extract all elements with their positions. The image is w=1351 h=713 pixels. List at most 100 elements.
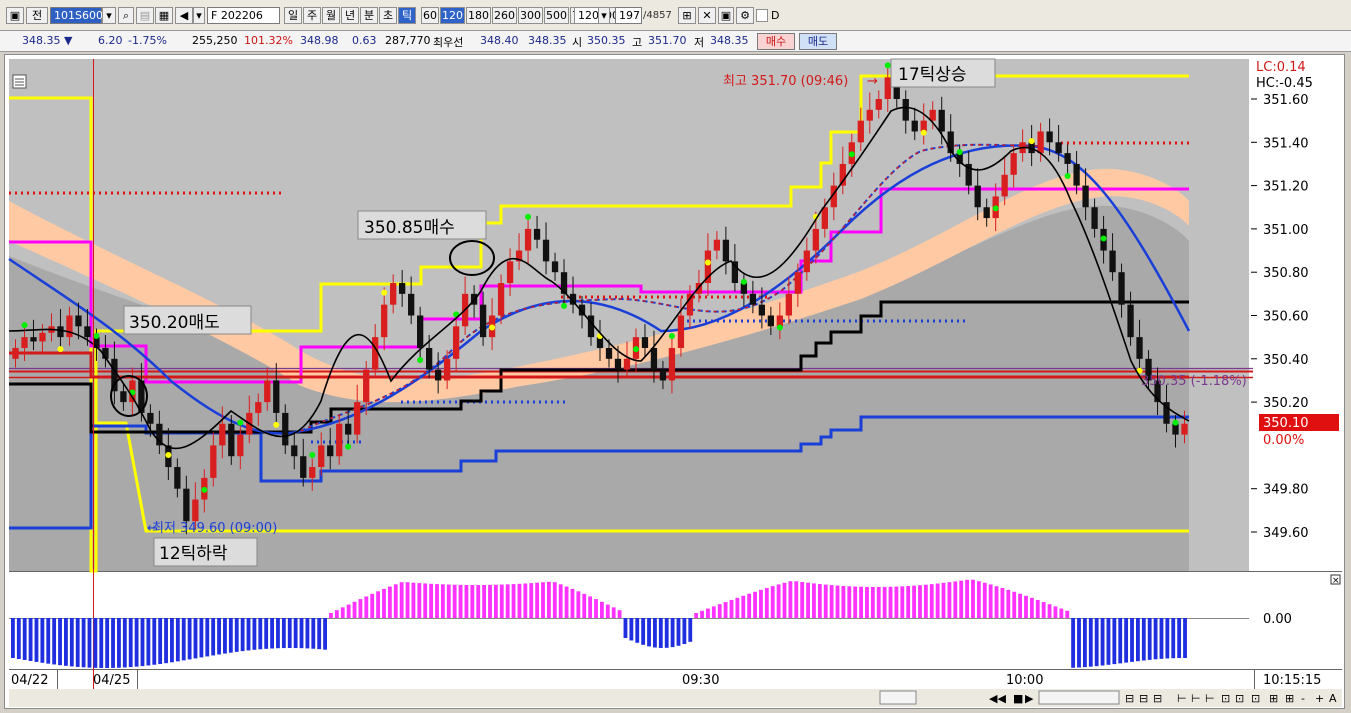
osc-bar xyxy=(99,618,104,668)
period-button-4[interactable]: 분 xyxy=(360,7,378,24)
osc-bar xyxy=(134,618,139,667)
osc-bar xyxy=(511,584,516,618)
chart-panel[interactable]: 350.85매수 350.20매도 17틱상승 12틱하락 최고 351.70 … xyxy=(4,54,1345,709)
period-button-6[interactable]: 틱 xyxy=(398,7,416,24)
osc-bar xyxy=(541,582,545,618)
tools-icon[interactable]: ✕ xyxy=(698,7,716,24)
candle-body xyxy=(57,326,64,338)
candle-body xyxy=(1181,423,1188,435)
nearest-bid: 348.35 xyxy=(528,34,567,47)
svg-text:×: × xyxy=(1332,576,1340,586)
osc-bar xyxy=(770,586,775,618)
osc-bar xyxy=(605,604,610,618)
period-button-1[interactable]: 주 xyxy=(303,7,321,24)
price-chart[interactable]: 350.85매수 350.20매도 17틱상승 12틱하락 최고 351.70 … xyxy=(5,55,1344,708)
osc-bar xyxy=(658,618,663,648)
signal-dot xyxy=(920,129,927,136)
tick-button-300[interactable]: 300 xyxy=(518,7,543,24)
tick-dropdown-icon[interactable]: ▾ xyxy=(598,7,610,24)
count-input[interactable]: 197 xyxy=(615,7,642,24)
osc-bar xyxy=(252,618,257,650)
price-change-pct: -1.75% xyxy=(128,34,167,47)
tick-button-60[interactable]: 60 xyxy=(421,7,439,24)
code-input[interactable]: 101S6000 xyxy=(50,7,110,24)
candle-body xyxy=(192,499,199,522)
osc-bar xyxy=(334,610,339,618)
candle-body xyxy=(255,402,262,413)
signal-dot xyxy=(309,452,316,459)
osc-bar xyxy=(493,584,498,618)
contract-input[interactable]: F 202206 xyxy=(207,7,280,24)
tick-button-500[interactable]: 500 xyxy=(544,7,569,24)
candle-body xyxy=(1136,337,1143,359)
osc-bar xyxy=(629,618,634,641)
svg-text:▶: ▶ xyxy=(1025,692,1034,705)
period-button-0[interactable]: 일 xyxy=(284,7,302,24)
buy-button[interactable]: 매수 xyxy=(757,33,795,50)
osc-bar xyxy=(794,581,799,618)
osc-bar xyxy=(800,582,805,618)
osc-bar xyxy=(953,581,958,618)
candle-body xyxy=(668,347,676,381)
high-price: 351.70 xyxy=(648,34,687,47)
osc-bar xyxy=(158,618,163,664)
osc-bar xyxy=(211,618,216,656)
candle-body xyxy=(794,272,801,294)
osc-bar xyxy=(1177,618,1182,659)
quote-v3: 287,770 xyxy=(385,34,431,47)
candle-body xyxy=(1127,304,1134,338)
sell-button[interactable]: 매도 xyxy=(799,33,837,50)
osc-bar xyxy=(323,618,327,650)
calc-icon[interactable]: ▦ xyxy=(155,7,173,24)
period-button-3[interactable]: 년 xyxy=(341,7,359,24)
volume-dropdown-icon[interactable]: ▾ xyxy=(193,7,205,24)
scroll-thumb[interactable] xyxy=(879,690,917,705)
save-icon[interactable]: ▣ xyxy=(718,7,734,24)
tick-button-120[interactable]: 120 xyxy=(440,7,465,24)
period-button-5[interactable]: 초 xyxy=(379,7,397,24)
candle-body xyxy=(1055,142,1062,154)
candle-body xyxy=(1064,153,1071,164)
candle-body xyxy=(84,326,91,338)
tick-button-180[interactable]: 180 xyxy=(466,7,491,24)
period-button-2[interactable]: 월 xyxy=(322,7,340,24)
osc-bar xyxy=(317,618,322,650)
osc-bar xyxy=(429,583,434,618)
candle-body xyxy=(713,239,721,251)
candle-body xyxy=(506,261,514,284)
osc-bar xyxy=(435,584,439,618)
low-note: 최저 349.60 (09:00) xyxy=(152,521,277,536)
candle-body xyxy=(812,228,819,251)
osc-bar xyxy=(440,584,445,618)
candle-body xyxy=(300,456,307,478)
osc-bar xyxy=(276,618,280,649)
jeon-button[interactable]: 전 xyxy=(26,7,48,24)
window-menu-icon[interactable]: ▣ xyxy=(6,7,24,24)
osc-bar xyxy=(170,618,174,663)
current-price: 348.35 ▼ xyxy=(22,34,73,47)
hc-label: HC:-0.45 xyxy=(1256,76,1313,91)
signal-dot xyxy=(992,205,999,212)
osc-bar xyxy=(941,582,946,618)
time-label-2: 04/25 xyxy=(93,673,130,688)
volume-icon[interactable]: ◀ xyxy=(175,7,193,24)
candle-body xyxy=(291,445,298,457)
search-icon[interactable]: ⌕ xyxy=(118,7,134,24)
grid-icon[interactable]: ⊞ xyxy=(678,7,696,24)
search-code-icon[interactable]: ▤ xyxy=(136,7,154,24)
osc-bar xyxy=(11,618,15,658)
osc-bar xyxy=(582,593,587,618)
osc-bar xyxy=(517,583,522,618)
osc-bar xyxy=(1112,618,1117,665)
d-checkbox[interactable] xyxy=(756,9,768,22)
gear-icon[interactable]: ⚙ xyxy=(736,7,754,24)
tick-button-260[interactable]: 260 xyxy=(492,7,517,24)
code-dropdown-icon[interactable]: ▾ xyxy=(102,7,116,24)
osc-bar xyxy=(258,618,263,650)
osc-bar xyxy=(906,586,911,618)
osc-bar xyxy=(69,618,74,667)
candle-body xyxy=(363,369,370,403)
osc-bar xyxy=(988,584,993,618)
osc-bar xyxy=(1035,599,1040,618)
osc-bar xyxy=(64,618,68,666)
